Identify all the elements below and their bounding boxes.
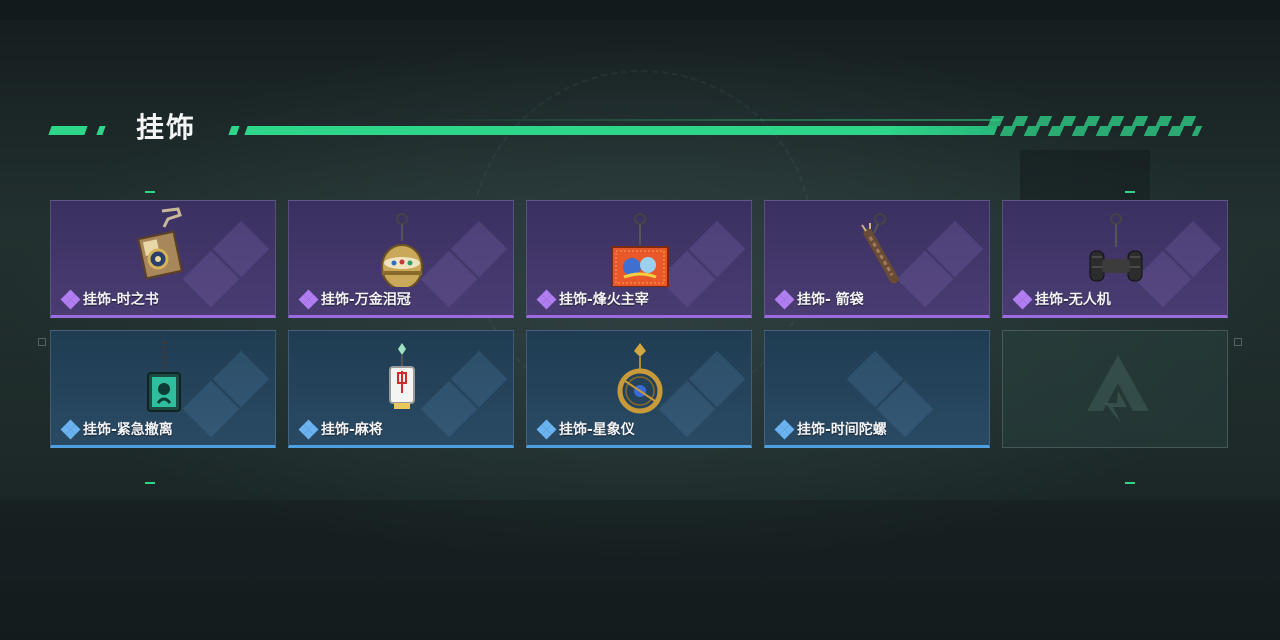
rarity-diamond-icon bbox=[536, 419, 557, 440]
corner-tick bbox=[145, 482, 155, 484]
header-checker-pattern bbox=[987, 116, 1203, 126]
card-label: 挂饰-时间陀螺 bbox=[774, 419, 887, 440]
charm-card[interactable]: 挂饰-烽火主宰 bbox=[526, 200, 752, 318]
side-marker bbox=[1234, 338, 1242, 346]
card-label: 挂饰-麻将 bbox=[298, 419, 383, 440]
charm-card[interactable]: 挂饰-万金泪冠 bbox=[288, 200, 514, 318]
charm-name: 挂饰-烽火主宰 bbox=[559, 292, 649, 308]
astrolabe-charm-icon bbox=[617, 343, 663, 414]
charm-name: 挂饰-时之书 bbox=[83, 292, 159, 308]
golden-crown-egg-charm-icon bbox=[381, 213, 423, 287]
header-accent-bar bbox=[96, 126, 106, 135]
header-line bbox=[244, 126, 998, 135]
charm-card[interactable]: 挂饰-紧急撤离 bbox=[50, 330, 276, 448]
rarity-diamond-icon bbox=[298, 289, 319, 310]
card-label: 挂饰-紧急撤离 bbox=[60, 419, 173, 440]
emergency-evac-charm-icon bbox=[147, 341, 181, 412]
rarity-diamond-icon bbox=[774, 289, 795, 310]
quiver-charm-icon bbox=[861, 213, 899, 284]
top-band bbox=[0, 0, 1280, 20]
charm-name: 挂饰-紧急撤离 bbox=[83, 422, 173, 438]
header-thin-line bbox=[420, 119, 1000, 121]
charm-name: 挂饰-万金泪冠 bbox=[321, 292, 411, 308]
card-label: 挂饰-无人机 bbox=[1012, 289, 1111, 310]
charm-card[interactable]: 挂饰- 箭袋 bbox=[764, 200, 990, 318]
charm-name: 挂饰-无人机 bbox=[1035, 292, 1111, 308]
card-label: 挂饰- 箭袋 bbox=[774, 289, 864, 310]
side-marker bbox=[38, 338, 46, 346]
beacon-ruler-card-charm-icon bbox=[611, 213, 669, 287]
card-label: 挂饰-时之书 bbox=[60, 289, 159, 310]
rarity-diamond-icon bbox=[60, 289, 81, 310]
corner-tick bbox=[145, 191, 155, 193]
charm-name: 挂饰-麻将 bbox=[321, 422, 383, 438]
header-accent-bar bbox=[48, 126, 88, 135]
rarity-diamond-icon bbox=[1012, 289, 1033, 310]
background-shape bbox=[0, 500, 1280, 640]
charm-card[interactable]: 挂饰-麻将 bbox=[288, 330, 514, 448]
charm-card[interactable]: 挂饰-时间陀螺 bbox=[764, 330, 990, 448]
rarity-diamond-icon bbox=[536, 289, 557, 310]
section-header: 挂饰 bbox=[0, 100, 1280, 150]
charm-name: 挂饰-星象仪 bbox=[559, 422, 635, 438]
charm-card[interactable]: 挂饰-时之书 bbox=[50, 200, 276, 318]
corner-tick bbox=[1125, 482, 1135, 484]
charm-card[interactable]: 挂饰-星象仪 bbox=[526, 330, 752, 448]
mahjong-tile-charm-icon bbox=[389, 343, 415, 409]
delta-logo-icon bbox=[1087, 355, 1149, 423]
card-label: 挂饰-万金泪冠 bbox=[298, 289, 411, 310]
charm-name: 挂饰- 箭袋 bbox=[797, 292, 864, 308]
rarity-diamond-icon bbox=[298, 419, 319, 440]
drone-charm-icon bbox=[1089, 213, 1143, 282]
card-label: 挂饰-烽火主宰 bbox=[536, 289, 649, 310]
section-title: 挂饰 bbox=[136, 111, 197, 144]
card-label: 挂饰-星象仪 bbox=[536, 419, 635, 440]
charm-collection-screen: 挂饰 挂饰-时之书 挂饰-万金泪冠 挂饰-烽火主宰 挂饰- 箭袋 挂饰-无人机 … bbox=[0, 0, 1280, 640]
charm-grid: 挂饰-时之书 挂饰-万金泪冠 挂饰-烽火主宰 挂饰- 箭袋 挂饰-无人机 挂饰-… bbox=[50, 200, 1230, 450]
charm-card[interactable]: 挂饰-无人机 bbox=[1002, 200, 1228, 318]
empty-slot[interactable] bbox=[1002, 330, 1228, 448]
header-checker-pattern bbox=[987, 126, 1203, 136]
rarity-diamond-icon bbox=[60, 419, 81, 440]
corner-tick bbox=[1125, 191, 1135, 193]
header-accent-bar bbox=[228, 126, 240, 135]
rarity-diamond-icon bbox=[774, 419, 795, 440]
book-of-time-charm-icon bbox=[137, 207, 183, 280]
charm-name: 挂饰-时间陀螺 bbox=[797, 422, 887, 438]
